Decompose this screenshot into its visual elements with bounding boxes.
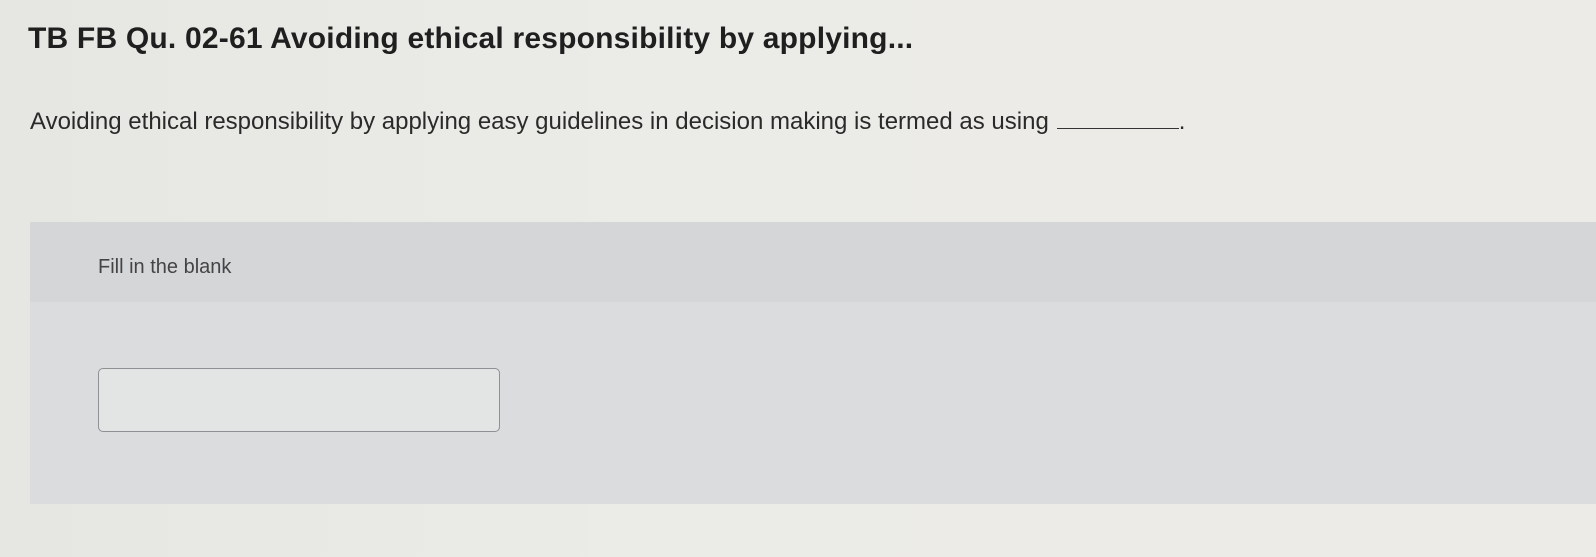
question-period: . [1178,108,1186,135]
question-text-row: Avoiding ethical responsibility by apply… [30,108,1185,136]
fill-in-the-blank-label: Fill in the blank [98,256,232,278]
answer-panel-header: Fill in the blank [30,222,1596,302]
question-text: Avoiding ethical responsibility by apply… [30,108,1049,135]
answer-panel: Fill in the blank [30,222,1596,504]
question-page: TB FB Qu. 02-61 Avoiding ethical respons… [0,0,1596,557]
blank-line [1056,108,1179,129]
page-title: TB FB Qu. 02-61 Avoiding ethical respons… [28,22,914,55]
answer-input[interactable] [98,368,500,432]
